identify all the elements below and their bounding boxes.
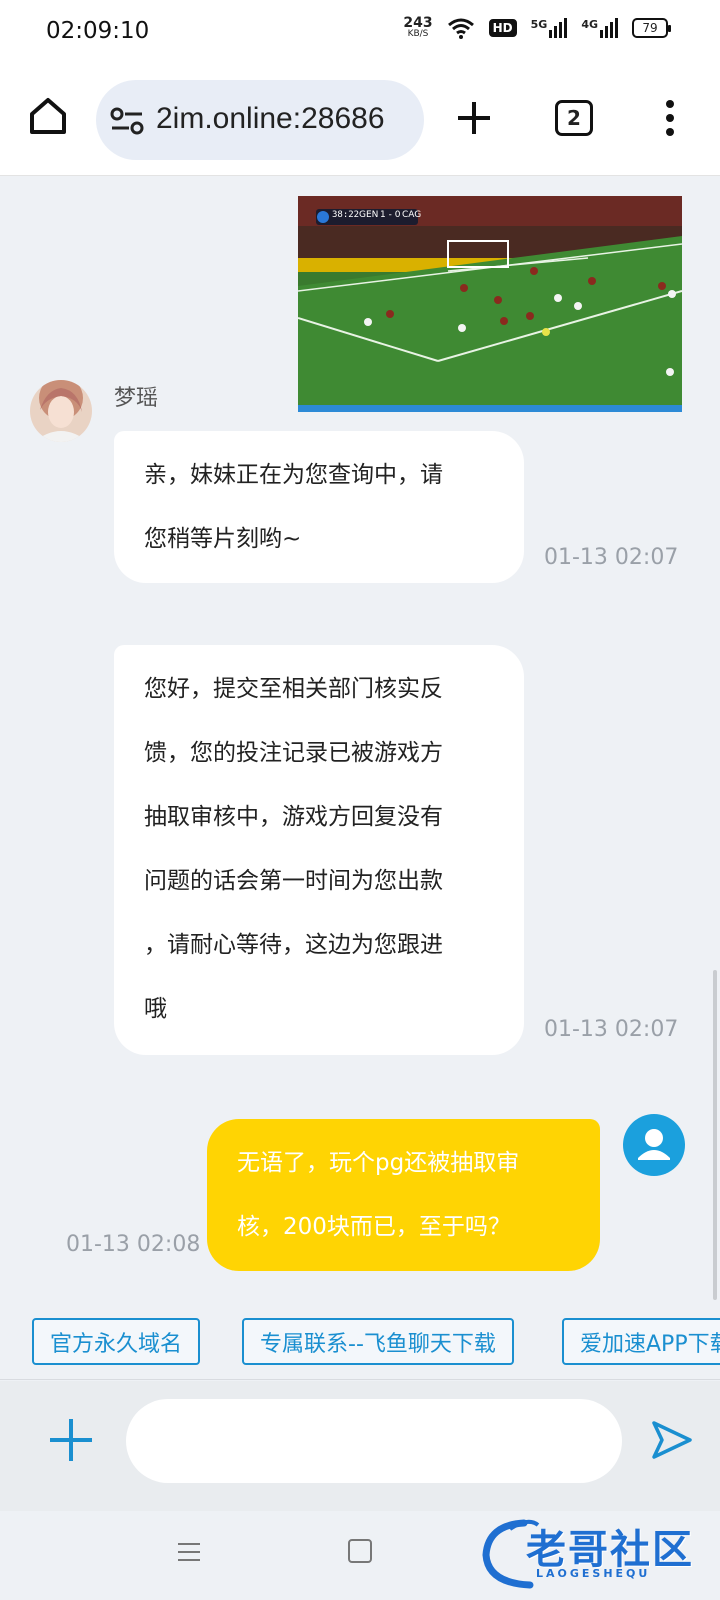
battery-icon: 79 (632, 17, 671, 38)
status-bar: 02:09:10 243 KB/S HD 5G 4G 79 (0, 0, 720, 64)
send-icon[interactable] (648, 1417, 694, 1463)
url-text[interactable]: 2im.online:28686 (156, 102, 385, 136)
score-clock: 38:22 (332, 210, 360, 220)
add-attachment-icon[interactable] (48, 1417, 94, 1463)
more-vert-icon[interactable] (660, 96, 680, 140)
address-bar[interactable]: 2im.online:28686 (96, 80, 424, 160)
network-speed-value: 243 (403, 15, 433, 31)
watermark-subtitle: LAOGESHEQU (536, 1567, 651, 1580)
tab-switcher-icon[interactable]: 2 (555, 100, 593, 136)
message-bubble-agent[interactable]: 亲，妹妹正在为您查询中，请 您稍等片刻哟~ (114, 431, 524, 583)
message-text: 无语了，玩个pg还被抽取审 核，200块而已，至于吗？ (237, 1150, 520, 1240)
shared-image[interactable]: 38:22 GEN 1 - 0 CAG (298, 196, 682, 412)
hd-voice-badge: HD (488, 18, 517, 37)
message-timestamp: 01-13 02:07 (544, 545, 679, 570)
home-icon[interactable] (26, 94, 70, 138)
site-settings-icon[interactable] (110, 106, 144, 136)
wifi-icon (447, 18, 474, 39)
status-time: 02:09:10 (46, 18, 150, 44)
quick-links-bar: 官方永久域名 专属联系--飞鱼聊天下载 爱加速APP下载 (0, 1305, 720, 1380)
score-value: 1 - 0 (380, 210, 401, 220)
message-bubble-agent[interactable]: 您好，提交至相关部门核实反 馈，您的投注记录已被游戏方 抽取审核中，游戏方回复没… (114, 645, 524, 1055)
user-avatar-icon[interactable] (623, 1114, 685, 1176)
recent-apps-icon[interactable] (176, 1539, 202, 1565)
score-away-team: CAG (402, 210, 422, 220)
message-input[interactable] (126, 1399, 622, 1483)
message-text: 您好，提交至相关部门核实反 馈，您的投注记录已被游戏方 抽取审核中，游戏方回复没… (144, 676, 443, 1022)
watermark-logo: 老哥社区 LAOGESHEQU (480, 1515, 710, 1591)
score-home-team: GEN (359, 210, 379, 220)
battery-level: 79 (642, 20, 658, 35)
network-speed-unit: KB/S (407, 29, 429, 39)
message-text: 亲，妹妹正在为您查询中，请 您稍等片刻哟~ (144, 462, 443, 552)
composer (0, 1381, 720, 1511)
quick-link-official-domain[interactable]: 官方永久域名 (32, 1318, 201, 1365)
system-nav-bar: 老哥社区 LAOGESHEQU (0, 1511, 720, 1600)
plus-icon[interactable] (454, 98, 494, 138)
network-speed: 243 KB/S (403, 16, 432, 39)
nav-home-icon[interactable] (348, 1539, 372, 1563)
message-timestamp: 01-13 02:08 (66, 1232, 201, 1257)
browser-toolbar: 2im.online:28686 2 (0, 64, 720, 176)
quick-link-accelerator-app[interactable]: 爱加速APP下载 (562, 1318, 720, 1365)
signal-5g-label: 5G (530, 17, 548, 31)
agent-avatar[interactable] (30, 380, 92, 442)
signal-4g-icon: 4G (581, 17, 618, 38)
status-icons: 243 KB/S HD 5G 4G 79 (403, 16, 671, 39)
signal-5g-icon: 5G (530, 17, 568, 38)
signal-4g-label: 4G (581, 17, 598, 31)
message-timestamp: 01-13 02:07 (544, 1017, 679, 1042)
scrollbar[interactable] (713, 970, 717, 1300)
agent-name: 梦瑶 (114, 386, 159, 411)
quick-link-exclusive-contact[interactable]: 专属联系--飞鱼聊天下载 (242, 1318, 514, 1365)
tab-count: 2 (567, 106, 581, 130)
message-bubble-user[interactable]: 无语了，玩个pg还被抽取审 核，200块而已，至于吗？ (207, 1119, 600, 1271)
